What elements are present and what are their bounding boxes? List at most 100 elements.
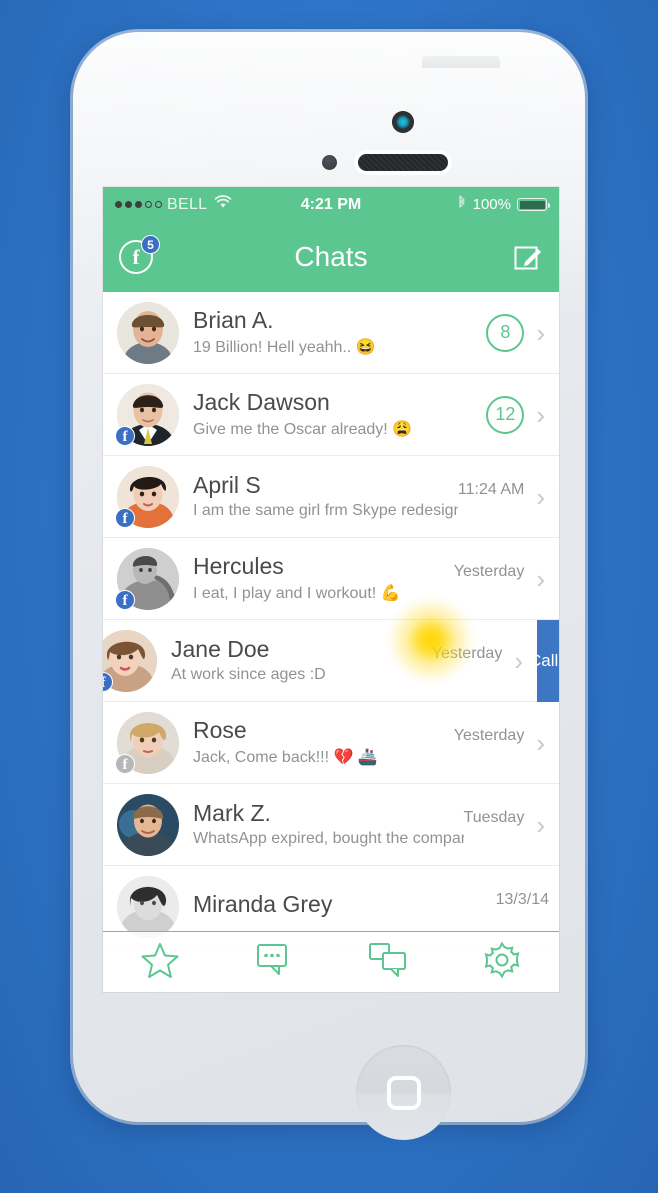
chat-row-text: Hercules I eat, I play and I workout! 💪 [179, 554, 454, 603]
chevron-right-icon: › [536, 563, 545, 594]
tab-chats[interactable] [331, 932, 445, 992]
avatar [117, 301, 179, 364]
chat-time: 11:24 AM [457, 480, 525, 498]
chat-row-right: 12 › [486, 374, 549, 455]
chat-row-jane[interactable]: f Jane Doe At work since ages :D Yesterd… [103, 595, 537, 702]
front-camera-icon [392, 111, 414, 133]
battery-percent-label: 100% [472, 196, 511, 213]
chat-row-rose[interactable]: f Rose Jack, Come back!!! 💔 🚢 Yesterday … [103, 702, 559, 784]
chat-time: Tuesday [463, 808, 525, 826]
chat-time: Yesterday [453, 562, 525, 580]
nav-bar: f 5 Chats [103, 222, 559, 292]
chat-row-april[interactable]: f April S I am the same girl frm Skype r… [103, 456, 559, 538]
avatar: f [115, 383, 179, 446]
swipe-action-button[interactable]: Call [535, 620, 559, 702]
unread-badge: 8 [486, 313, 525, 352]
chat-name: Brian A. [193, 307, 274, 333]
facebook-icon[interactable]: f 5 [119, 235, 160, 274]
swipe-action-label: Call [535, 651, 559, 670]
avatar: f [115, 711, 179, 774]
chevron-right-icon: › [536, 727, 545, 758]
tab-settings[interactable] [445, 932, 559, 992]
home-button[interactable] [356, 1045, 451, 1140]
chat-row-right: Yesterday › [432, 620, 527, 701]
chat-row-text: Miranda Grey [179, 892, 496, 921]
chat-row-right: 11:24 AM › [458, 456, 549, 537]
facebook-badge-icon: f [115, 425, 135, 446]
chat-row-right: 8 › [486, 292, 549, 373]
chat-meta: Yesterday [454, 538, 525, 619]
avatar [117, 875, 179, 938]
status-bar-right: 100% [457, 194, 550, 215]
chat-time: 13/3/14 [495, 890, 549, 908]
chat-row-text: Jane Doe At work since ages :D [157, 637, 432, 684]
chat-message: 19 Billion! Hell yeahh.. 😆 [193, 339, 376, 357]
chat-message: At work since ages :D [171, 666, 326, 684]
chat-row-text: April S I am the same girl frm Skype red… [179, 473, 458, 520]
chat-message: I am the same girl frm Skype redesign! [193, 502, 458, 520]
wifi-icon [214, 195, 232, 214]
phone-screen: BELL 4:21 PM 100% f 5 Chats Brian A. 19 … [103, 187, 559, 992]
facebook-badge-icon: f [115, 507, 135, 528]
gear-icon [482, 940, 522, 985]
chat-row-jack[interactable]: f Jack Dawson Give me the Oscar already!… [103, 374, 559, 456]
chevron-right-icon: › [536, 809, 545, 840]
tab-favorites[interactable] [103, 932, 217, 992]
chat-row-text: Mark Z. WhatsApp expired, bought the com… [179, 801, 464, 848]
unread-badge: 12 [486, 395, 525, 434]
home-square-icon [386, 1075, 421, 1110]
facebook-badge-icon: f [115, 589, 135, 610]
chat-name: Jack Dawson [193, 389, 330, 415]
phone-device: BELL 4:21 PM 100% f 5 Chats Brian A. 19 … [73, 32, 585, 1140]
chat-time: Yesterday [431, 644, 503, 662]
chevron-right-icon: › [536, 317, 545, 348]
chat-row-hercules[interactable]: f Hercules I eat, I play and I workout! … [103, 538, 559, 620]
chat-name: April S [193, 472, 261, 498]
chevron-right-icon: › [536, 481, 545, 512]
star-icon [140, 940, 180, 985]
avatar: f [115, 465, 179, 528]
signal-strength-icon [115, 201, 162, 208]
page-title: Chats [294, 241, 368, 272]
avatar: f [115, 547, 179, 610]
chat-row-jane-container: Call Jane Doe At work since ages:D Yest… [103, 595, 559, 702]
chat-name: Miranda Grey [193, 891, 333, 917]
battery-icon [517, 198, 550, 211]
avatar: f [103, 629, 157, 692]
proximity-sensor-icon [322, 155, 337, 170]
chat-list[interactable]: Brian A. 19 Billion! Hell yeahh.. 😆 8 › [103, 292, 559, 992]
facebook-icon-letter: f [132, 244, 140, 269]
chat-message: Give me the Oscar already! 😩 [193, 421, 413, 439]
compose-icon[interactable] [513, 242, 543, 272]
chat-row-text: Rose Jack, Come back!!! 💔 🚢 [179, 718, 454, 767]
double-chat-bubble-icon [368, 942, 408, 983]
status-bar: BELL 4:21 PM 100% [103, 187, 559, 222]
chat-row-mark[interactable]: Mark Z. WhatsApp expired, bought the com… [103, 784, 559, 866]
chat-row-text: Brian A. 19 Billion! Hell yeahh.. 😆 [179, 308, 486, 357]
chat-meta: Tuesday [464, 784, 525, 865]
chat-row-right: Tuesday › [464, 784, 549, 865]
bluetooth-icon [457, 194, 467, 215]
chat-name: Jane Doe [171, 636, 270, 662]
facebook-badge-count: 5 [141, 235, 160, 254]
tab-messages[interactable] [217, 932, 331, 992]
chat-row-right: Yesterday › [454, 538, 549, 619]
chat-name: Hercules [193, 553, 284, 579]
chat-message: Jack, Come back!!! 💔 🚢 [193, 749, 378, 767]
chevron-right-icon: › [536, 399, 545, 430]
chat-bubble-icon [255, 942, 293, 983]
chat-row-brian[interactable]: Brian A. 19 Billion! Hell yeahh.. 😆 8 › [103, 292, 559, 374]
chat-name: Mark Z. [193, 800, 271, 826]
avatar [117, 793, 179, 856]
earpiece-speaker [358, 154, 448, 171]
chat-row-right: Yesterday › [454, 702, 549, 783]
chat-meta: Yesterday [432, 620, 503, 701]
chat-meta: Yesterday [454, 702, 525, 783]
power-button[interactable] [422, 56, 500, 68]
chat-time: Yesterday [453, 726, 525, 744]
chat-message: I eat, I play and I workout! 💪 [193, 585, 401, 603]
chevron-right-icon: › [514, 645, 523, 676]
status-bar-left: BELL [115, 195, 232, 214]
chat-meta: 11:24 AM [458, 456, 524, 537]
facebook-badge-icon: f [115, 753, 135, 774]
